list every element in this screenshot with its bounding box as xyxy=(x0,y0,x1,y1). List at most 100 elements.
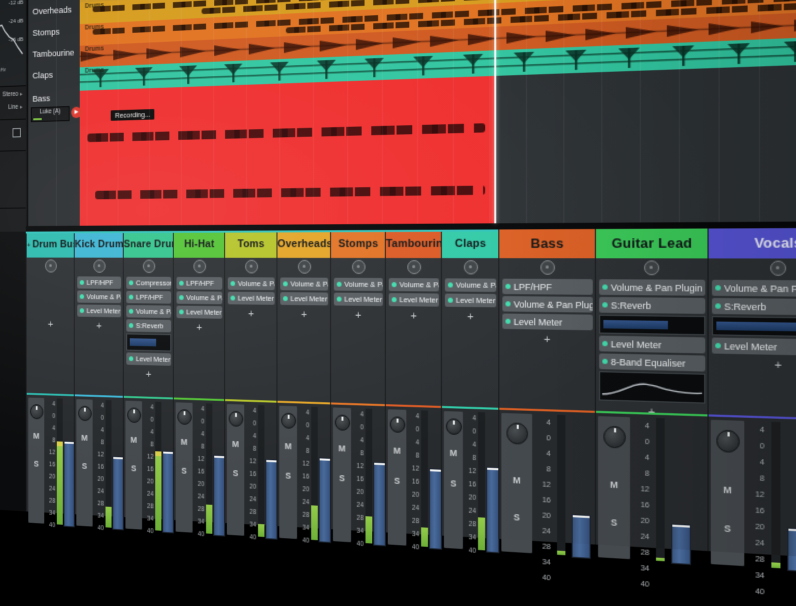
mute-button[interactable]: M xyxy=(501,474,532,486)
insert-active-led[interactable] xyxy=(80,280,84,285)
insert-slot[interactable]: Level Meter xyxy=(502,314,592,331)
insert-active-led[interactable] xyxy=(715,303,721,308)
fader-handle[interactable] xyxy=(671,523,691,565)
mute-button[interactable]: M xyxy=(227,439,244,449)
expand-icon[interactable]: + xyxy=(27,241,31,249)
insert-active-led[interactable] xyxy=(283,296,288,301)
insert-active-led[interactable] xyxy=(231,296,236,301)
add-insert-button[interactable]: + xyxy=(499,333,596,347)
insert-active-led[interactable] xyxy=(505,301,510,306)
mute-button[interactable]: M xyxy=(388,445,407,456)
insert-active-led[interactable] xyxy=(715,285,721,290)
insert-slot[interactable]: Level Meter xyxy=(599,336,705,354)
solo-button[interactable]: S xyxy=(444,478,463,489)
insert-active-led[interactable] xyxy=(602,359,607,364)
instrument-slot[interactable]: Luke (A) xyxy=(31,106,70,122)
add-insert-button[interactable]: + xyxy=(442,311,499,324)
channel-mode-icon[interactable] xyxy=(540,260,555,275)
channel-header[interactable]: Overheads xyxy=(277,230,331,258)
solo-button[interactable]: S xyxy=(388,475,407,486)
insert-active-led[interactable] xyxy=(715,343,721,348)
add-insert-button[interactable]: + xyxy=(709,358,796,374)
track-header-claps[interactable]: Claps xyxy=(26,67,80,92)
pan-knob[interactable] xyxy=(390,416,406,433)
solo-button[interactable]: S xyxy=(28,459,44,469)
pan-knob[interactable] xyxy=(177,409,191,425)
insert-slot[interactable]: Volume & Pan Plugin xyxy=(445,278,496,292)
mute-button[interactable]: M xyxy=(711,484,744,496)
channel-header[interactable]: Bass xyxy=(499,229,596,258)
insert-active-led[interactable] xyxy=(448,298,453,303)
add-insert-button[interactable]: + xyxy=(386,310,442,323)
channel-mode-icon[interactable] xyxy=(45,259,57,272)
channel-mode-icon[interactable] xyxy=(142,260,154,273)
solo-button[interactable]: S xyxy=(598,516,630,528)
channel-mode-icon[interactable] xyxy=(245,260,258,274)
channel-header[interactable]: Snare Drum xyxy=(124,231,174,258)
bass-recording-clip[interactable]: Recording... xyxy=(80,76,494,226)
channel-mode-icon[interactable] xyxy=(93,260,105,273)
insert-active-led[interactable] xyxy=(602,302,607,307)
insert-slot[interactable]: LPF/HPF xyxy=(502,279,592,295)
insert-slot[interactable]: Level Meter xyxy=(176,306,222,319)
insert-slot[interactable]: Level Meter xyxy=(445,294,496,308)
channel-mode-icon[interactable] xyxy=(407,260,421,274)
channel-mode-icon[interactable] xyxy=(298,260,311,274)
add-insert-button[interactable]: + xyxy=(27,319,75,331)
pan-knob[interactable] xyxy=(716,430,739,453)
mute-button[interactable]: M xyxy=(279,441,297,452)
insert-active-led[interactable] xyxy=(337,297,342,302)
insert-active-led[interactable] xyxy=(129,295,133,300)
pan-knob[interactable] xyxy=(506,422,528,444)
insert-slot[interactable]: Level Meter xyxy=(712,338,796,357)
insert-slot[interactable]: Volume & Pan Plugin xyxy=(599,279,705,296)
mute-button[interactable]: M xyxy=(125,435,142,445)
insert-active-led[interactable] xyxy=(505,284,510,289)
pan-knob[interactable] xyxy=(229,411,244,427)
add-insert-button[interactable]: + xyxy=(331,309,386,322)
insert-slot[interactable]: Compressor xyxy=(126,277,171,290)
fader-handle[interactable] xyxy=(787,527,796,572)
solo-button[interactable]: S xyxy=(176,466,193,476)
channel-header[interactable]: Kick Drum xyxy=(75,231,124,258)
insert-active-led[interactable] xyxy=(337,282,342,287)
insert-slot[interactable]: 8-Band Equaliser xyxy=(599,353,705,371)
channel-header[interactable]: Toms xyxy=(225,230,277,257)
insert-slot[interactable]: Volume & Pan Plugin xyxy=(712,280,796,297)
pan-knob[interactable] xyxy=(127,407,141,423)
solo-button[interactable]: S xyxy=(76,461,92,471)
channel-header[interactable]: Stomps xyxy=(331,230,386,258)
insert-slot[interactable]: Level Meter xyxy=(126,352,171,365)
insert-active-led[interactable] xyxy=(179,309,183,314)
insert-slot[interactable]: Volume & Pan Plugin xyxy=(334,278,383,291)
pan-knob[interactable] xyxy=(603,426,625,449)
pan-knob[interactable] xyxy=(335,414,350,430)
insert-active-led[interactable] xyxy=(179,281,183,286)
add-insert-button[interactable]: + xyxy=(225,308,277,320)
routing-item-line[interactable]: Line▸ xyxy=(8,104,22,111)
insert-slot[interactable]: Volume & Pan Plugin xyxy=(280,277,328,290)
pan-knob[interactable] xyxy=(446,418,462,435)
solo-button[interactable]: S xyxy=(125,463,142,473)
insert-slot[interactable]: Level Meter xyxy=(228,292,275,305)
insert-active-led[interactable] xyxy=(231,281,236,286)
insert-active-led[interactable] xyxy=(179,295,183,300)
track-header-overheads[interactable]: Overheads xyxy=(26,3,80,27)
fader-handle[interactable] xyxy=(572,514,591,559)
insert-slot[interactable]: Volume & Pan Plugin xyxy=(228,277,275,290)
pan-knob[interactable] xyxy=(78,406,92,422)
channel-mode-icon[interactable] xyxy=(193,260,206,274)
insert-active-led[interactable] xyxy=(129,280,133,285)
channel-header[interactable]: Vocals xyxy=(709,228,796,259)
insert-active-led[interactable] xyxy=(448,282,453,287)
insert-slot[interactable]: S:Reverb xyxy=(126,319,171,332)
solo-button[interactable]: S xyxy=(227,468,244,479)
channel-mode-icon[interactable] xyxy=(644,260,659,275)
insert-active-led[interactable] xyxy=(80,294,84,299)
channel-header[interactable]: Hi-Hat xyxy=(174,231,225,258)
channel-header[interactable]: +Drum Bus xyxy=(27,231,75,257)
mute-button[interactable]: M xyxy=(76,433,92,443)
insert-slot[interactable]: Volume & Pan Plugin xyxy=(126,305,171,318)
insert-active-led[interactable] xyxy=(129,309,133,314)
solo-button[interactable]: S xyxy=(501,511,532,523)
